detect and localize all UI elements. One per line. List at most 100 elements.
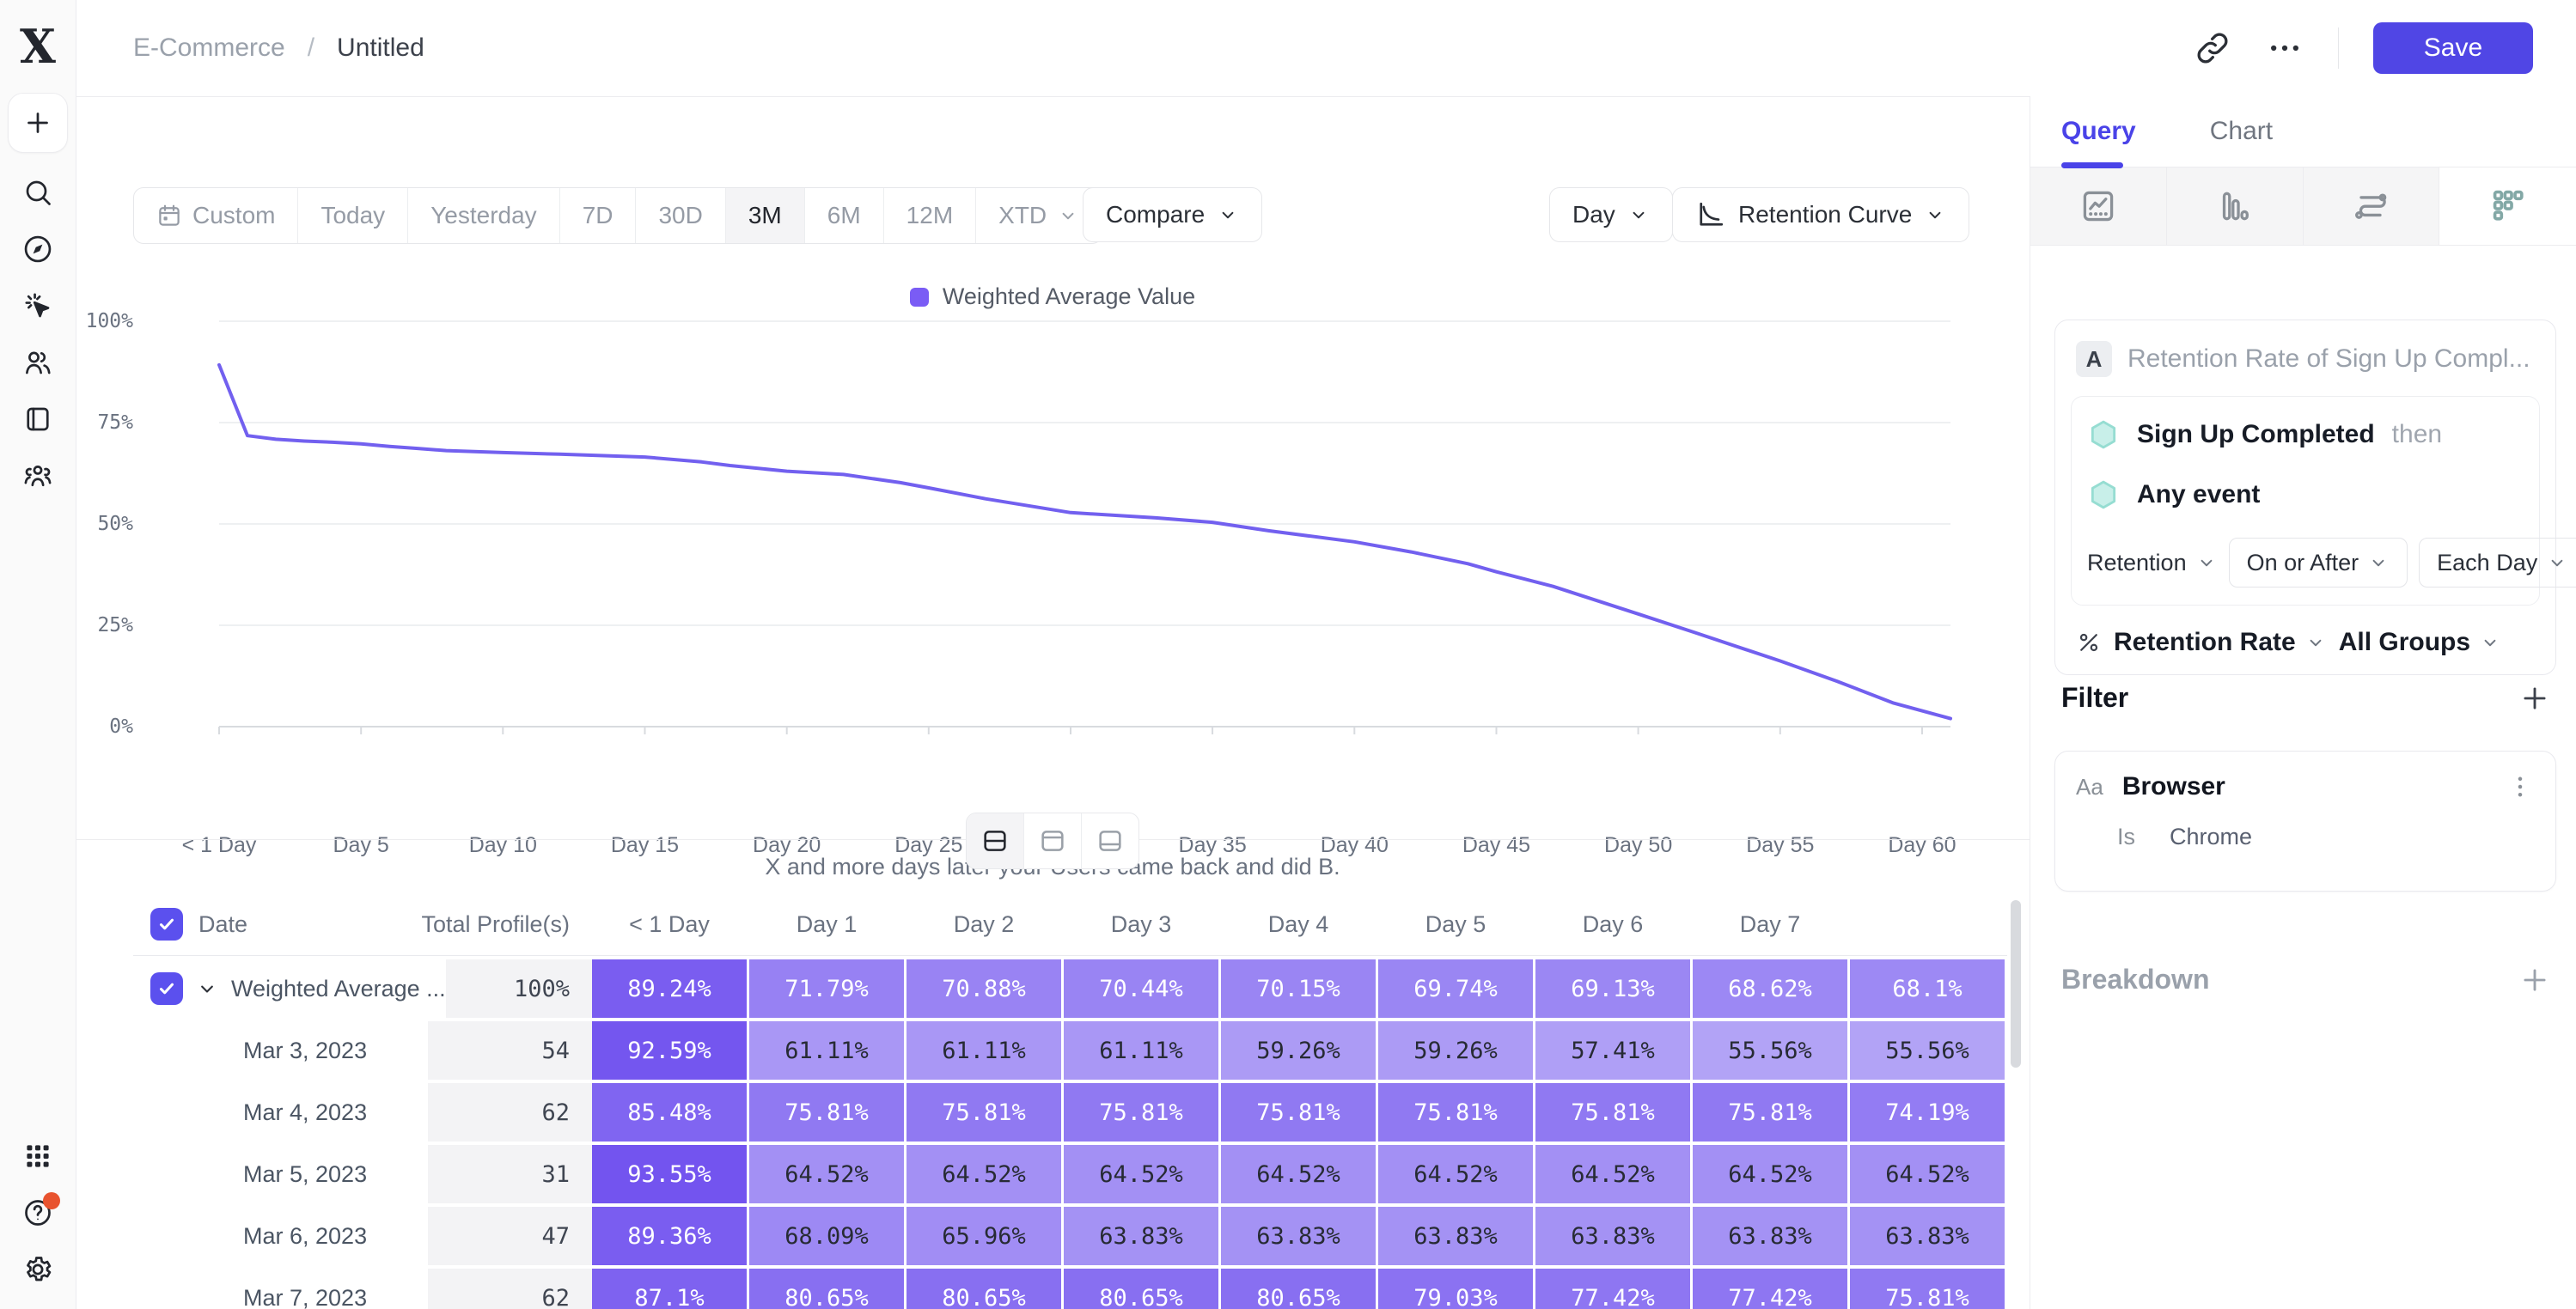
sidebar-cursor-click-button[interactable] — [21, 289, 55, 323]
filter-value[interactable]: Chrome — [2170, 824, 2252, 850]
share-link-icon[interactable] — [2194, 29, 2231, 67]
retention-cell: 80.65% — [906, 1269, 1061, 1309]
add-breakdown-icon[interactable] — [2518, 964, 2551, 996]
breadcrumb-parent[interactable]: E-Commerce — [133, 33, 285, 63]
operator-dropdown[interactable]: On or After — [2229, 538, 2408, 588]
range-yesterday[interactable]: Yesterday — [407, 188, 559, 243]
series-title: Retention Rate of Sign Up Compl... — [2127, 344, 2530, 374]
split-view-icon — [980, 826, 1010, 855]
range-today[interactable]: Today — [297, 188, 407, 243]
legend-label: Weighted Average Value — [943, 283, 1195, 310]
query-card: A Retention Rate of Sign Up Compl... Sig… — [2054, 320, 2556, 675]
row-label: Mar 3, 2023 — [243, 1038, 367, 1064]
settings-icon — [22, 1254, 53, 1285]
sidebar-apps-grid-button[interactable] — [21, 1139, 55, 1173]
table-scrollbar[interactable] — [2011, 900, 2021, 1068]
retention-cell: 61.11% — [1064, 1021, 1218, 1080]
sidebar-settings-button[interactable] — [21, 1252, 55, 1287]
chart-type-tiles — [2030, 167, 2576, 246]
range-30d[interactable]: 30D — [635, 188, 724, 243]
retention-cell: 75.81% — [749, 1083, 904, 1142]
sidebar-compass-button[interactable] — [21, 232, 55, 266]
sidebar-search-button[interactable] — [21, 175, 55, 210]
breadcrumb-separator: / — [308, 33, 314, 63]
retention-cell: 80.65% — [749, 1269, 904, 1309]
sidebar-notebook-button[interactable] — [21, 402, 55, 436]
table-row: Mar 3, 20235492.59%61.11%61.11%61.11%59.… — [133, 1021, 2007, 1080]
header-divider — [2338, 27, 2339, 69]
chart-type-tile-bar-chart[interactable] — [2167, 167, 2304, 245]
row-total-cell: 62 — [428, 1083, 592, 1142]
filter-property-row: Aa Browser — [2076, 772, 2535, 801]
retention-cell: 64.52% — [1693, 1145, 1847, 1203]
row-checkbox[interactable] — [150, 972, 183, 1005]
tab-chart[interactable]: Chart — [2210, 117, 2273, 146]
bucket-dropdown[interactable]: Each Day — [2419, 538, 2576, 588]
day-column-header: Day 3 — [1064, 911, 1218, 938]
retention-cell: 59.26% — [1221, 1021, 1376, 1080]
chart-type-tile-flow-chart[interactable] — [2304, 167, 2440, 245]
range-6m[interactable]: 6M — [804, 188, 883, 243]
chart-view-button[interactable] — [1023, 813, 1081, 868]
row-total-cell: 54 — [428, 1021, 592, 1080]
kebab-menu-icon[interactable] — [2506, 772, 2535, 801]
day-column-header: Day 4 — [1221, 911, 1376, 938]
return-event-row[interactable]: Any event — [2087, 478, 2524, 512]
table-row: Mar 6, 20234789.36%68.09%65.96%63.83%63.… — [133, 1207, 2007, 1265]
retention-cell: 63.83% — [1378, 1207, 1533, 1265]
tab-query[interactable]: Query — [2061, 117, 2136, 146]
top-panel-icon — [1038, 826, 1067, 855]
range-7d[interactable]: 7D — [559, 188, 636, 243]
filter-operator[interactable]: Is — [2117, 824, 2135, 850]
hexagon-event-icon — [2087, 417, 2120, 452]
retention-cell: 75.81% — [1064, 1083, 1218, 1142]
retention-cell: 64.52% — [1221, 1145, 1376, 1203]
more-menu-icon[interactable] — [2266, 29, 2304, 67]
compare-button[interactable]: Compare — [1083, 187, 1262, 242]
split-view-button[interactable] — [967, 813, 1023, 868]
table-row: Weighted Average ...100%89.24%71.79%70.8… — [133, 959, 2007, 1018]
row-checkbox[interactable] — [150, 908, 183, 941]
sidebar-users-button[interactable] — [21, 345, 55, 380]
breadcrumb-current[interactable]: Untitled — [337, 33, 424, 63]
chevron-down-icon — [2367, 551, 2390, 574]
measure-dropdown[interactable]: Retention Rate — [2114, 628, 2327, 657]
retention-cell: 70.88% — [906, 959, 1061, 1018]
new-item-button[interactable] — [8, 93, 68, 153]
add-filter-icon[interactable] — [2518, 682, 2551, 715]
range-12m[interactable]: 12M — [883, 188, 975, 243]
retention-cell: 63.83% — [1064, 1207, 1218, 1265]
first-event-row[interactable]: Sign Up Completed then — [2087, 417, 2524, 452]
range-custom[interactable]: Custom — [134, 188, 297, 243]
retention-cell: 75.81% — [1535, 1083, 1690, 1142]
legend-swatch — [910, 288, 929, 307]
table-header-row: DateTotal Profile(s)< 1 DayDay 1Day 2Day… — [133, 893, 2007, 956]
apps-grid-icon — [22, 1141, 53, 1172]
range-label: 7D — [583, 202, 613, 229]
granularity-dropdown[interactable]: Day — [1549, 187, 1673, 242]
chevron-down-icon — [1924, 204, 1946, 226]
bucket-label: Each Day — [2437, 550, 2537, 576]
retention-cell: 87.1% — [592, 1269, 747, 1309]
event-card: Sign Up Completed then Any event Retenti… — [2071, 396, 2540, 606]
app-logo[interactable]: X — [20, 0, 56, 93]
retention-mode-dropdown[interactable]: Retention — [2087, 550, 2218, 576]
query-series-header[interactable]: A Retention Rate of Sign Up Compl... — [2071, 338, 2540, 377]
day-column-header: Day 7 — [1693, 911, 1847, 938]
filter-property[interactable]: Browser — [2122, 772, 2225, 801]
range-3m[interactable]: 3M — [725, 188, 804, 243]
sidebar-team-button[interactable] — [21, 459, 55, 493]
chart-type-tile-line-chart[interactable] — [2030, 167, 2167, 245]
measure-row: Retention Rate All Groups — [2071, 628, 2540, 657]
retention-controls-row: Retention On or After Each Day — [2087, 538, 2524, 588]
chart-type-tile-retention-chart[interactable] — [2439, 167, 2576, 245]
table-view-button[interactable] — [1081, 813, 1138, 868]
groups-dropdown[interactable]: All Groups — [2339, 628, 2501, 657]
chart-type-dropdown[interactable]: Retention Curve — [1672, 187, 1969, 242]
sidebar-help-button[interactable] — [21, 1196, 55, 1230]
groups-label: All Groups — [2339, 628, 2470, 657]
notebook-icon — [22, 404, 53, 435]
filter-condition-row: Is Chrome — [2076, 824, 2535, 850]
retention-cell: 92.59% — [592, 1021, 747, 1080]
save-button[interactable]: Save — [2373, 22, 2533, 74]
